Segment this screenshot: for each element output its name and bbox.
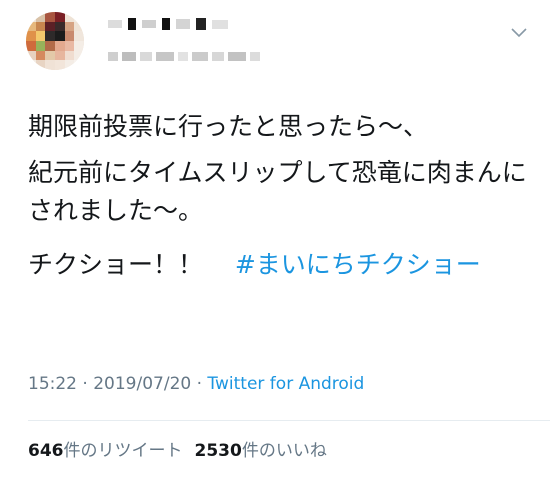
tweet-menu-button[interactable] bbox=[510, 24, 528, 42]
tweet-paragraph-1: 期限前投票に行ったと思ったら〜、 bbox=[28, 112, 429, 141]
tweet-source-link[interactable]: Twitter for Android bbox=[207, 374, 364, 394]
tweet-exclamation: チクショー！！ bbox=[28, 250, 204, 279]
like-count: 2530 bbox=[194, 441, 242, 461]
divider bbox=[28, 420, 550, 421]
retweet-label: 件のリツイート bbox=[63, 441, 183, 461]
tweet-text: 期限前投票に行ったと思ったら〜、 紀元前にタイムスリップして恐竜に肉まんにされま… bbox=[28, 108, 528, 300]
avatar[interactable] bbox=[26, 12, 84, 70]
like-stat[interactable]: 2530件のいいね bbox=[195, 441, 327, 461]
chevron-down-icon bbox=[511, 28, 527, 38]
tweet-time[interactable]: 15:22 bbox=[28, 374, 77, 394]
like-label: 件のいいね bbox=[241, 441, 327, 461]
hashtag-link[interactable]: #まいにちチクショー bbox=[235, 250, 481, 279]
display-name-blurred[interactable] bbox=[108, 18, 228, 30]
handle-blurred bbox=[108, 52, 260, 61]
retweet-stat[interactable]: 646件のリツイート bbox=[28, 441, 183, 461]
tweet-paragraph-2: 紀元前にタイムスリップして恐竜に肉まんにされました〜。 bbox=[28, 158, 527, 225]
meta-separator: · bbox=[77, 374, 94, 394]
tweet-stats: 646件のリツイート 2530件のいいね bbox=[28, 436, 327, 461]
meta-separator: · bbox=[191, 374, 208, 394]
tweet-paragraph-3: チクショー！！ #まいにちチクショー bbox=[28, 246, 528, 284]
tweet-meta: 15:22 · 2019/07/20 · Twitter for Android bbox=[28, 374, 364, 394]
tweet-date[interactable]: 2019/07/20 bbox=[93, 374, 191, 394]
retweet-count: 646 bbox=[28, 441, 64, 461]
